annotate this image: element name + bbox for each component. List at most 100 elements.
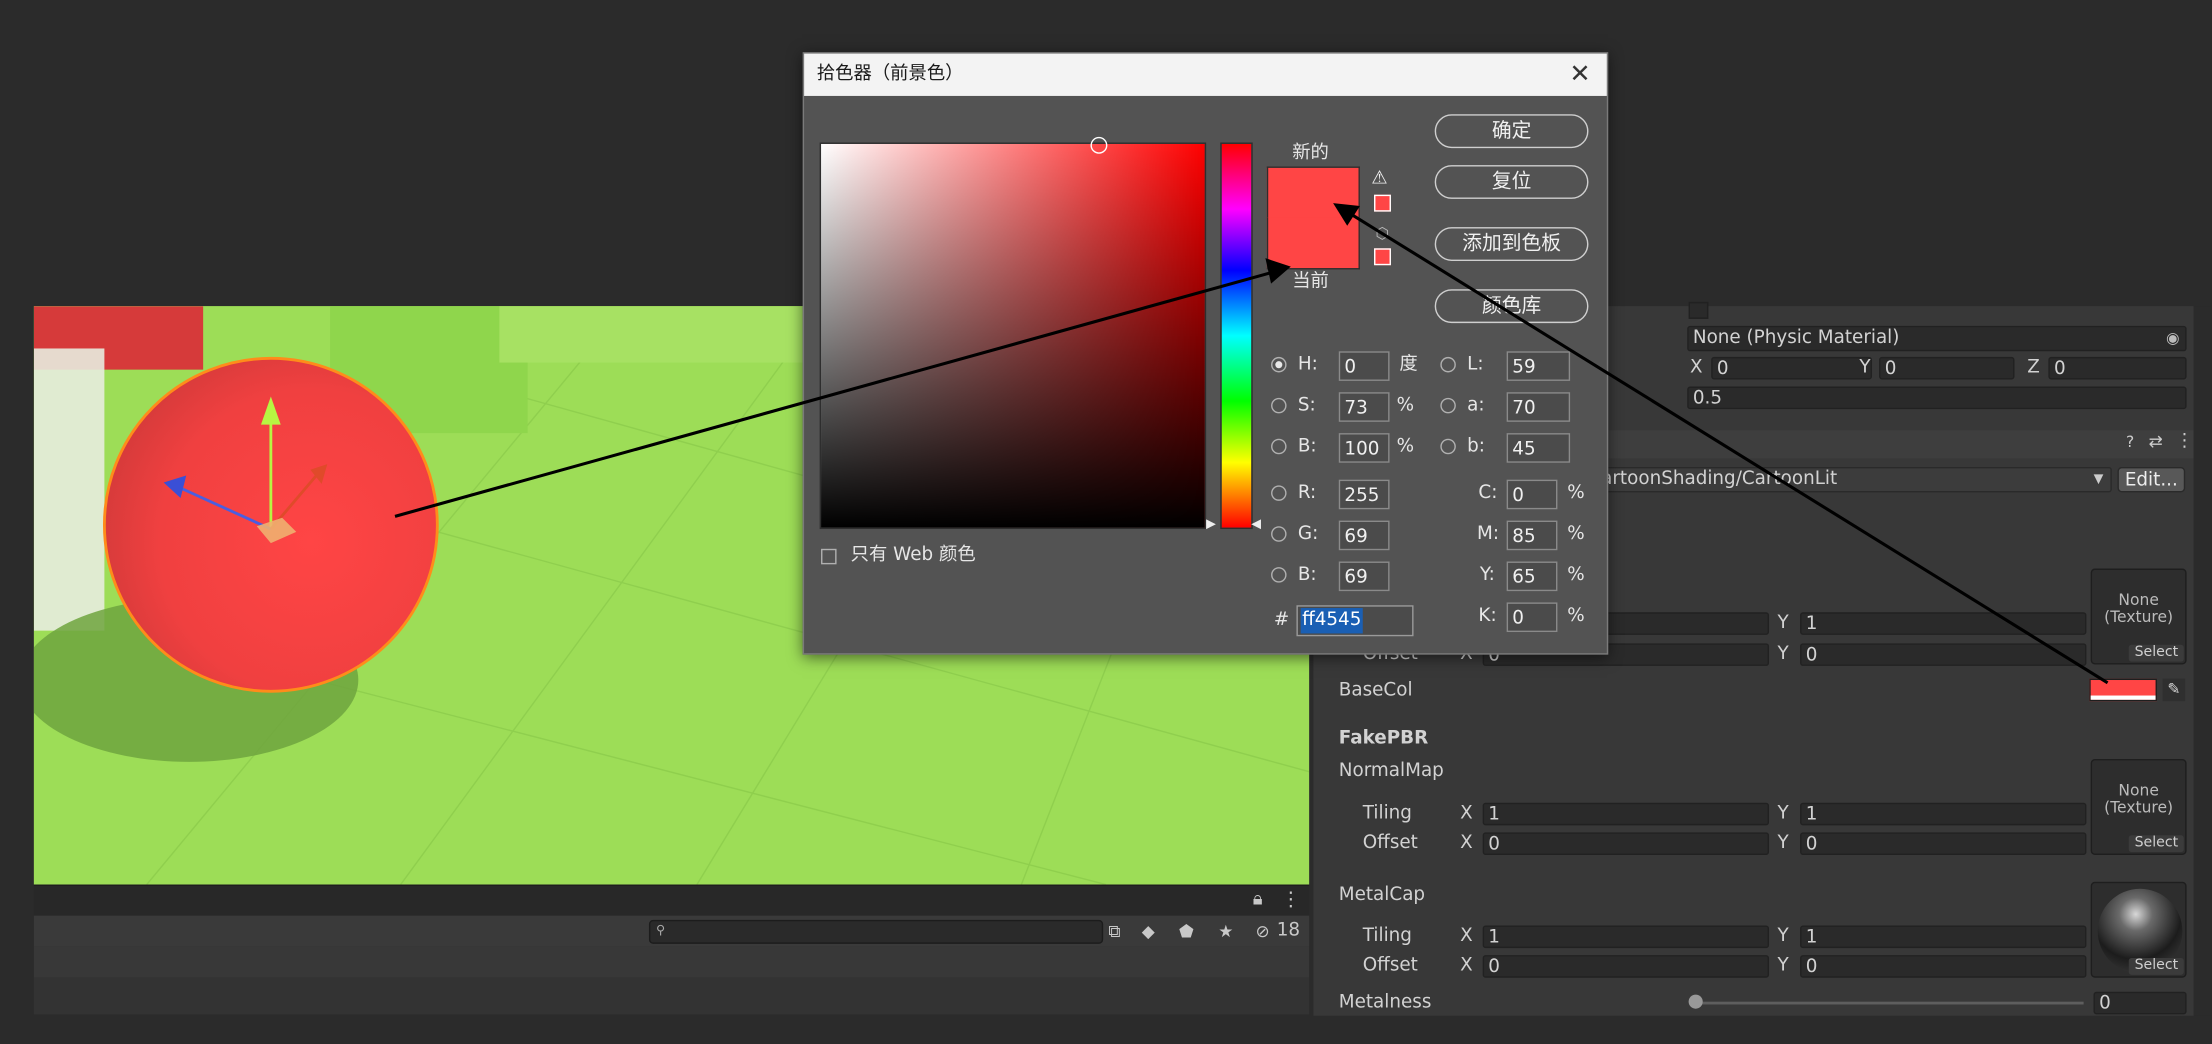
metalcap-offset-x-field[interactable]: 0 [1482, 955, 1770, 978]
metalcap-tiling-x-value: 1 [1488, 926, 1500, 949]
radio-s[interactable] [1271, 397, 1287, 414]
normalmap-tiling-y-label: Y [1777, 802, 1789, 824]
a-input[interactable]: 70 [1506, 392, 1571, 422]
a-label: a: [1467, 395, 1485, 417]
object-picker-icon[interactable]: ◉ [2166, 327, 2180, 350]
physic-material-field[interactable]: None (Physic Material) ◉ [1687, 325, 2187, 352]
metalcap-offset-x-value: 0 [1488, 956, 1500, 978]
k-input[interactable]: 0 [1506, 602, 1558, 633]
normalmap-tiling-x-field[interactable]: 1 [1482, 802, 1770, 826]
white-cube-object[interactable] [33, 348, 105, 631]
vec-y-value: 0 [1884, 358, 1897, 380]
close-icon[interactable]: ✕ [1567, 61, 1592, 87]
metalness-slider-handle[interactable] [1688, 994, 1703, 1009]
web-safe-color-chip[interactable] [1374, 248, 1391, 266]
edit-shader-button[interactable]: Edit... [2117, 466, 2186, 493]
reset-button[interactable]: 复位 [1434, 165, 1589, 199]
dialog-titlebar[interactable]: 拾色器（前景色） ✕ [804, 53, 1607, 96]
hex-input[interactable]: ff4545 [1296, 605, 1414, 637]
radio-r[interactable] [1271, 485, 1287, 501]
hue-slider-left-arrow[interactable]: ▶ [1206, 518, 1216, 532]
eyedropper-icon[interactable]: ✎ [2162, 678, 2186, 702]
web-safe-cube-icon[interactable]: ⬡ [1375, 224, 1389, 242]
out-of-gamut-warning-icon[interactable]: ⚠ [1371, 168, 1387, 189]
add-to-swatches-button[interactable]: 添加到色板 [1434, 227, 1589, 261]
y-label: Y: [1479, 564, 1495, 586]
normalmap-offset-x-label: X [1460, 832, 1473, 854]
c-label: C: [1478, 482, 1498, 504]
ok-button[interactable]: 确定 [1434, 114, 1589, 149]
vec-x-value: 0 [1716, 358, 1729, 380]
y-input[interactable]: 65 [1506, 561, 1558, 592]
texture-slot-metalcap[interactable]: Select [2090, 881, 2187, 978]
radio-h[interactable] [1271, 356, 1287, 373]
lock-icon[interactable]: 🔒︎ [1253, 889, 1263, 910]
l-input[interactable]: 59 [1506, 351, 1571, 381]
star-icon[interactable]: ★ [1213, 920, 1238, 943]
texture-slot-main[interactable]: None (Texture) Select [2090, 568, 2187, 665]
radio-b-blue[interactable] [1271, 567, 1287, 583]
help-icon[interactable]: ? [2126, 433, 2134, 451]
gamut-color-chip[interactable] [1374, 194, 1391, 212]
hidden-eye-icon[interactable]: ⊘ [1251, 920, 1274, 943]
m-input[interactable]: 85 [1506, 520, 1558, 551]
saturation-brightness-field[interactable] [819, 136, 1207, 530]
metalness-slider-track[interactable] [1694, 1001, 2084, 1005]
vec-x-field[interactable]: 0 [1711, 356, 1873, 380]
radio-a[interactable] [1440, 397, 1456, 414]
texture-main-name: None (Texture) [2104, 591, 2174, 627]
scene-visibility-icon[interactable]: ⧉ [1102, 920, 1127, 943]
hue-slider[interactable] [1220, 142, 1253, 530]
web-colors-only-checkbox[interactable] [821, 548, 837, 565]
metalcap-offset-y-label: Y [1777, 955, 1789, 977]
texture-slot-normalmap[interactable]: None (Texture) Select [2090, 759, 2187, 855]
s-unit: % [1396, 395, 1415, 417]
radio-b-lab[interactable] [1440, 438, 1456, 455]
g-input[interactable]: 69 [1338, 520, 1390, 551]
metalcap-tiling-y-field[interactable]: 1 [1800, 925, 2087, 949]
radio-l[interactable] [1440, 356, 1456, 373]
basecol-color-field[interactable] [2089, 678, 2157, 702]
b-brightness-input[interactable]: 100 [1338, 433, 1390, 463]
k-label: K: [1478, 605, 1497, 627]
normalmap-select-button[interactable]: Select [2128, 835, 2184, 853]
radio-g[interactable] [1271, 526, 1287, 542]
current-color-swatch[interactable] [1266, 217, 1360, 270]
preset-icon[interactable]: ⇄ [2149, 432, 2163, 452]
metalness-field[interactable]: 0 [2093, 991, 2187, 1015]
metalcap-tiling-x-field[interactable]: 1 [1482, 925, 1770, 949]
collider-checkbox[interactable] [1688, 301, 1709, 319]
vec-z-field[interactable]: 0 [2048, 356, 2187, 380]
normalmap-offset-y-field[interactable]: 0 [1800, 832, 2087, 855]
search-icon: ⚲ [655, 924, 666, 939]
b-blue-input[interactable]: 69 [1338, 561, 1390, 592]
shader-dropdown[interactable]: artoonShading/CartoonLit ▼ [1595, 466, 2112, 493]
mass-field[interactable]: 0.5 [1687, 386, 2187, 410]
s-input[interactable]: 73 [1338, 392, 1390, 422]
mass-value: 0.5 [1692, 387, 1723, 410]
component-menu-icon[interactable]: ⋮ [2175, 430, 2193, 451]
b-lab-input[interactable]: 45 [1506, 433, 1571, 463]
hue-slider-right-arrow[interactable]: ◀ [1251, 518, 1261, 532]
normalmap-tiling-y-field[interactable]: 1 [1800, 802, 2087, 826]
green-box-object[interactable] [499, 306, 838, 363]
texture-main-select-button[interactable]: Select [2128, 644, 2184, 662]
color-picker-cursor[interactable] [1090, 136, 1108, 154]
offset-main-y-field[interactable]: 0 [1800, 643, 2087, 666]
inspector-scrollbar[interactable] [2193, 306, 2212, 1016]
c-input[interactable]: 0 [1506, 479, 1558, 510]
h-input[interactable]: 0 [1338, 351, 1390, 381]
tag-icon[interactable]: ⬟ [1174, 920, 1199, 943]
normalmap-offset-x-field[interactable]: 0 [1482, 832, 1770, 855]
metalcap-offset-y-field[interactable]: 0 [1800, 955, 2087, 978]
metalcap-select-button[interactable]: Select [2128, 957, 2184, 975]
metalcap-label: MetalCap [1338, 884, 1426, 906]
color-library-button[interactable]: 颜色库 [1434, 289, 1589, 324]
more-options-icon[interactable]: ⋮ [1281, 889, 1301, 912]
hierarchy-search-input[interactable]: ⚲ [648, 919, 1104, 944]
shapes-filter-icon[interactable]: ◆ [1136, 920, 1161, 943]
vec-y-field[interactable]: 0 [1879, 356, 2015, 380]
r-input[interactable]: 255 [1338, 479, 1390, 510]
tiling-main-y-field[interactable]: 1 [1800, 612, 2087, 635]
radio-b-brightness[interactable] [1271, 438, 1287, 455]
